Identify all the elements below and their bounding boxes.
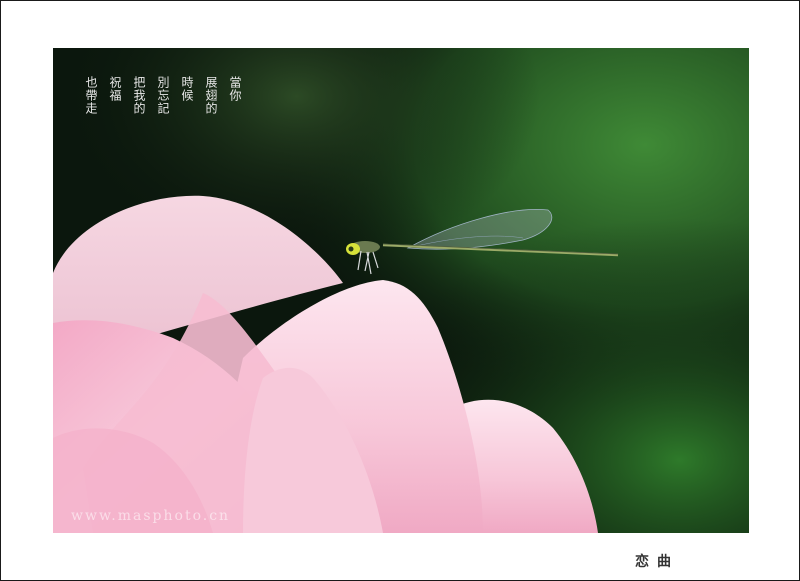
photograph: 當你 展翅的 時候 別忘記 把我的 祝福 也帶走 www.masphoto.cn — [53, 48, 749, 533]
poem-column: 把我的 — [132, 76, 146, 115]
watermark: www.masphoto.cn — [71, 508, 231, 524]
poem-column: 時候 — [180, 76, 194, 102]
caption-title: 恋曲 — [635, 554, 679, 570]
poem-column: 祝福 — [108, 76, 122, 102]
poem-column: 也帶走 — [84, 76, 98, 115]
photo-frame: 當你 展翅的 時候 別忘記 把我的 祝福 也帶走 www.masphoto.cn… — [0, 0, 800, 581]
poem-column: 展翅的 — [204, 76, 218, 115]
poem-column: 別忘記 — [156, 76, 170, 115]
lotus-dragonfly-scene — [53, 48, 749, 533]
poem-text: 當你 展翅的 時候 別忘記 把我的 祝福 也帶走 — [83, 76, 242, 115]
poem-column: 當你 — [228, 76, 242, 102]
